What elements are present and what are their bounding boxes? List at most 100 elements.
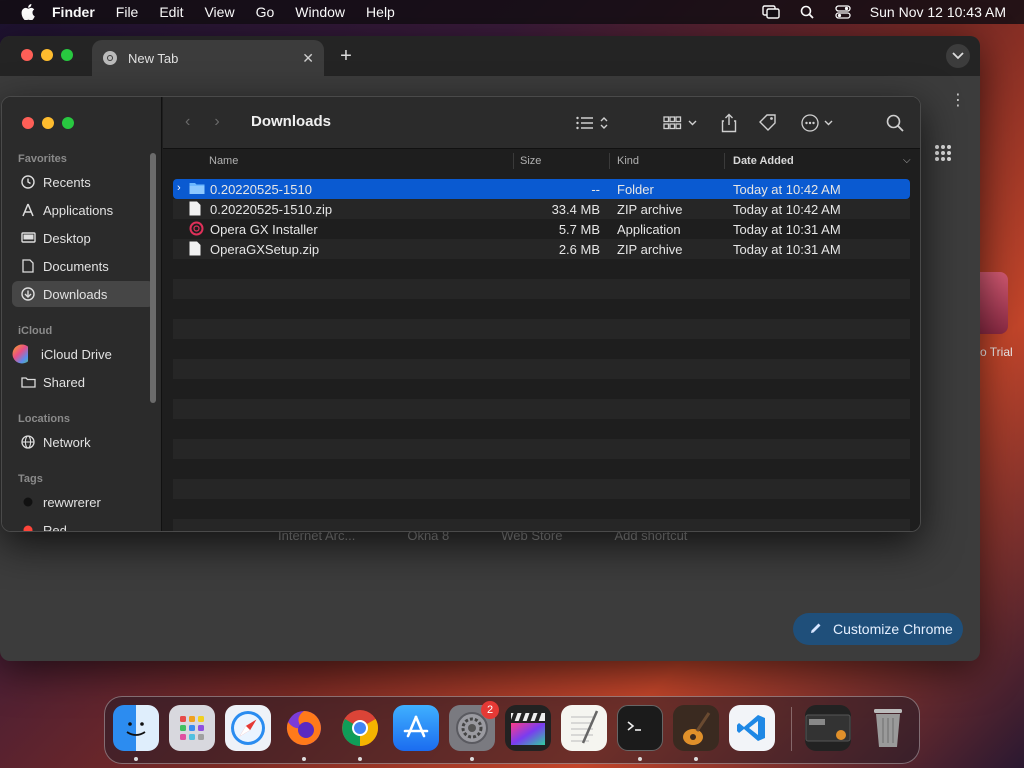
finder-icon[interactable] — [113, 705, 159, 751]
sidebar-item-shared[interactable]: Shared — [12, 369, 154, 395]
google-chrome-icon[interactable] — [337, 705, 383, 751]
textedit-icon[interactable] — [561, 705, 607, 751]
sidebar-section-favorites: Favorites — [18, 153, 67, 165]
more-actions-icon[interactable] — [801, 111, 837, 135]
sort-chevron-icon[interactable]: ⌵ — [903, 155, 911, 166]
tab-new-tab[interactable]: New Tab ✕ — [92, 40, 324, 76]
clock[interactable]: Sun Nov 12 10:43 AM — [870, 4, 1006, 20]
column-kind[interactable]: Kind — [617, 155, 639, 167]
menu-help[interactable]: Help — [366, 4, 395, 20]
table-row[interactable]: Opera GX Installer 5.7 MB Application To… — [173, 219, 910, 239]
sidebar-item-label: Downloads — [43, 286, 108, 302]
dock: 2 — [104, 696, 920, 764]
finder-window-controls — [22, 117, 74, 129]
finder-window: Favorites Recents Applications Desktop D… — [1, 96, 921, 532]
customize-chrome-button[interactable]: Customize Chrome — [793, 613, 963, 645]
chrome-icon — [102, 50, 118, 66]
recent-window-thumbnail[interactable] — [805, 705, 851, 751]
file-date: Today at 10:42 AM — [733, 202, 841, 217]
control-center-icon[interactable] — [834, 4, 852, 20]
list-view-icon[interactable] — [573, 111, 613, 135]
desktop-icon — [20, 230, 36, 246]
file-size: -- — [591, 182, 600, 197]
file-size: 33.4 MB — [551, 202, 600, 217]
table-row[interactable]: 0.20220525-1510.zip 33.4 MB ZIP archive … — [173, 199, 910, 219]
zoom-button[interactable] — [62, 117, 74, 129]
apps-grid-icon[interactable] — [934, 144, 956, 166]
sidebar-scrollbar[interactable] — [150, 153, 156, 403]
zoom-button[interactable] — [61, 49, 73, 61]
search-icon[interactable] — [885, 111, 905, 135]
file-date: Today at 10:31 AM — [733, 242, 841, 257]
table-row[interactable]: › 0.20220525-1510 -- Folder Today at 10:… — [173, 179, 910, 199]
terminal-icon[interactable] — [617, 705, 663, 751]
system-settings-icon[interactable]: 2 — [449, 701, 499, 751]
spotlight-search-icon[interactable] — [798, 4, 816, 20]
forward-icon[interactable]: › — [214, 113, 219, 131]
sidebar-item-recents[interactable]: Recents — [12, 169, 154, 195]
column-name[interactable]: Name — [209, 155, 238, 167]
sidebar-item-tag[interactable]: rewwrerer — [12, 489, 154, 515]
sidebar-item-label: iCloud Drive — [41, 346, 112, 362]
download-icon — [20, 286, 36, 302]
launchpad-icon[interactable] — [169, 705, 215, 751]
column-divider[interactable] — [513, 153, 514, 169]
garageband-icon[interactable] — [673, 705, 719, 751]
menu-edit[interactable]: Edit — [159, 4, 183, 20]
clock-icon — [20, 174, 36, 190]
sidebar-item-desktop[interactable]: Desktop — [12, 225, 154, 251]
file-kind: ZIP archive — [617, 202, 683, 217]
menu-file[interactable]: File — [116, 4, 139, 20]
customize-chrome-label: Customize Chrome — [833, 621, 953, 637]
menu-view[interactable]: View — [204, 4, 234, 20]
apple-icon[interactable] — [18, 2, 38, 22]
minimize-button[interactable] — [42, 117, 54, 129]
icloud-drive-icon — [12, 344, 28, 364]
group-view-icon[interactable] — [663, 111, 701, 135]
dock-divider — [791, 707, 792, 751]
column-divider[interactable] — [609, 153, 610, 169]
folder-icon — [189, 181, 205, 196]
file-list: › 0.20220525-1510 -- Folder Today at 10:… — [173, 179, 910, 531]
column-header: Name Size Kind Date Added ⌵ — [163, 150, 920, 172]
sidebar-item-icloud-drive[interactable]: iCloud Drive — [12, 341, 154, 367]
sidebar-item-documents[interactable]: Documents — [12, 253, 154, 279]
running-indicator — [638, 757, 642, 761]
disclosure-triangle-icon[interactable]: › — [177, 182, 181, 194]
back-icon[interactable]: ‹ — [185, 113, 190, 131]
column-date-added[interactable]: Date Added — [733, 155, 794, 167]
menu-go[interactable]: Go — [256, 4, 275, 20]
tab-close-icon[interactable]: ✕ — [302, 50, 314, 67]
column-divider[interactable] — [724, 153, 725, 169]
safari-icon[interactable] — [225, 705, 271, 751]
sidebar-item-tag-red[interactable]: Red — [12, 517, 154, 531]
sidebar-item-network[interactable]: Network — [12, 429, 154, 455]
final-cut-pro-icon[interactable] — [505, 705, 551, 751]
file-name: 0.20220525-1510.zip — [210, 202, 333, 217]
sidebar-item-applications[interactable]: Applications — [12, 197, 154, 223]
close-button[interactable] — [22, 117, 34, 129]
vscode-icon[interactable] — [729, 705, 775, 751]
close-button[interactable] — [21, 49, 33, 61]
finder-sidebar: Favorites Recents Applications Desktop D… — [2, 97, 162, 531]
empty-row — [173, 459, 910, 479]
column-size[interactable]: Size — [520, 155, 541, 167]
empty-row — [173, 499, 910, 519]
firefox-icon[interactable] — [281, 705, 327, 751]
tab-search-icon[interactable] — [946, 44, 970, 68]
chrome-menu-icon[interactable]: ⋮ — [950, 90, 966, 110]
table-row[interactable]: OperaGXSetup.zip 2.6 MB ZIP archive Toda… — [173, 239, 910, 259]
empty-row — [173, 359, 910, 379]
empty-row — [173, 299, 910, 319]
share-icon[interactable] — [719, 111, 739, 135]
trash-icon[interactable] — [865, 705, 911, 751]
new-tab-button[interactable]: + — [334, 44, 358, 68]
sidebar-item-label: rewwrerer — [43, 494, 101, 510]
menu-finder[interactable]: Finder — [52, 4, 95, 20]
sidebar-item-downloads[interactable]: Downloads — [12, 281, 154, 307]
tag-icon[interactable] — [757, 111, 779, 135]
menu-window[interactable]: Window — [295, 4, 345, 20]
app-store-icon[interactable] — [393, 705, 439, 751]
minimize-button[interactable] — [41, 49, 53, 61]
screen-mirroring-icon[interactable] — [762, 4, 780, 20]
